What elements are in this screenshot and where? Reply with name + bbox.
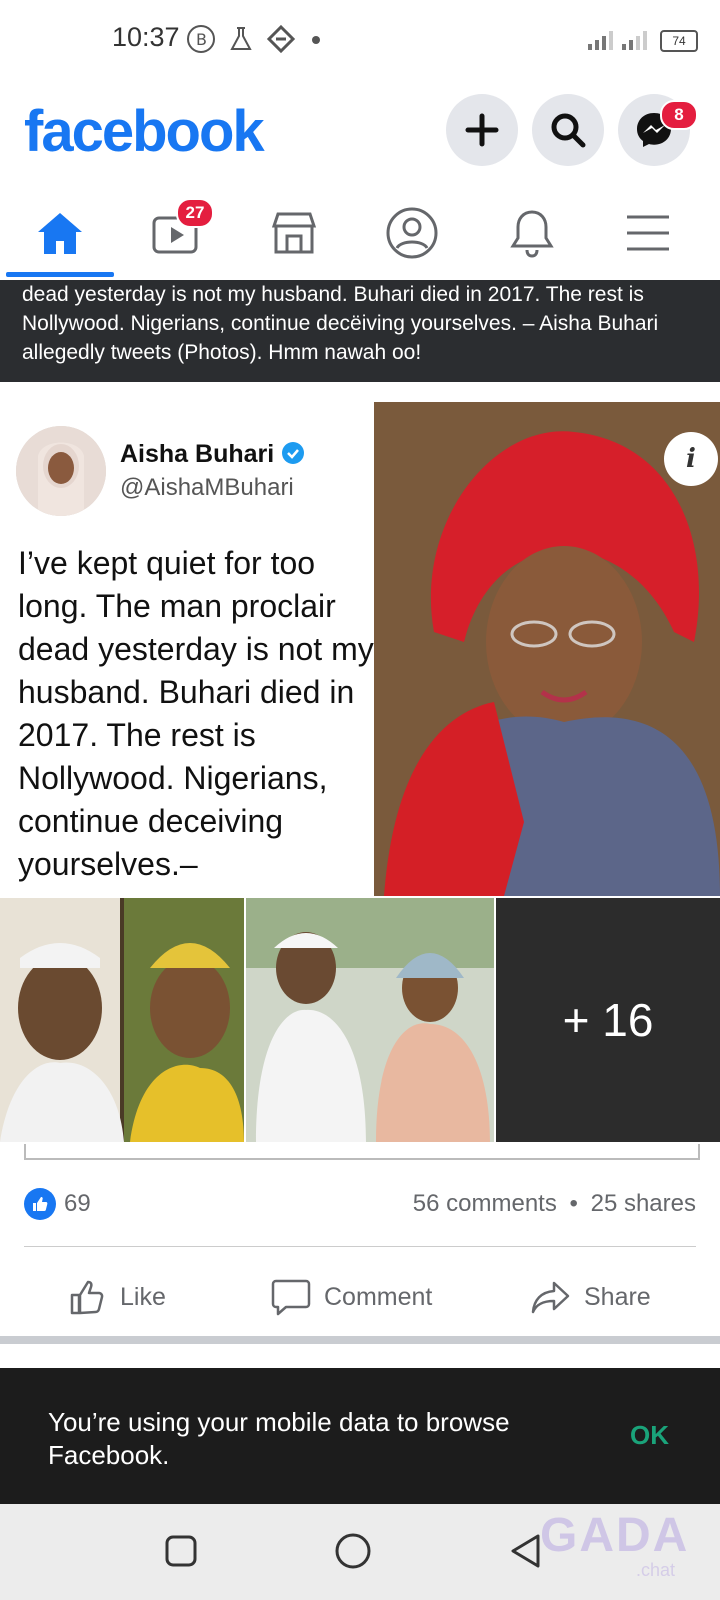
stats-separator: •: [569, 1190, 578, 1217]
comments-count[interactable]: 56 comments: [413, 1190, 557, 1217]
tab-marketplace[interactable]: [234, 190, 354, 276]
verified-icon: [282, 442, 305, 464]
like-label: Like: [120, 1282, 166, 1311]
tweet-text: I’ve kept quiet for too long. The man pr…: [18, 545, 374, 882]
like-reaction-icon[interactable]: [24, 1188, 56, 1220]
post-photo-thumb-1[interactable]: [0, 898, 244, 1142]
share-button[interactable]: Share: [530, 1272, 651, 1322]
back-icon[interactable]: [508, 1532, 544, 1570]
post-photo-thumb-2[interactable]: [246, 898, 494, 1142]
tab-notifications[interactable]: [472, 190, 592, 276]
diamond-icon: [266, 24, 296, 54]
toast-ok-button[interactable]: OK: [630, 1420, 669, 1451]
home-icon: [38, 213, 82, 254]
create-button[interactable]: [446, 94, 518, 166]
like-icon: [70, 1280, 104, 1315]
post-separator: [0, 1336, 720, 1344]
dot-icon: [312, 36, 320, 44]
video-badge: 27: [176, 198, 214, 228]
menu-icon: [627, 215, 669, 251]
comment-button[interactable]: Comment: [270, 1272, 432, 1322]
signal-icon: [588, 31, 647, 50]
tab-profile[interactable]: [352, 190, 472, 276]
status-notification-icons: B: [186, 22, 326, 56]
search-icon: [551, 113, 586, 148]
toast-message: You’re using your mobile data to browse …: [48, 1407, 510, 1470]
comment-label: Comment: [324, 1282, 433, 1311]
shares-count[interactable]: 25 shares: [591, 1190, 696, 1217]
search-button[interactable]: [532, 94, 604, 166]
tab-menu[interactable]: [588, 190, 708, 276]
profile-icon: [386, 207, 438, 259]
share-icon: [531, 1281, 570, 1314]
tweet-author-name: Aisha Buhari: [120, 440, 305, 469]
home-circle-icon[interactable]: [334, 1532, 372, 1570]
watermark-logo: GADA: [540, 1509, 690, 1562]
bell-icon: [510, 210, 554, 258]
reactions-divider: [24, 1246, 696, 1247]
flask-icon: [230, 27, 252, 50]
comment-icon: [271, 1279, 311, 1316]
share-label: Share: [584, 1282, 651, 1311]
tweet-avatar: [16, 426, 106, 516]
add-icon: [465, 113, 499, 147]
recents-icon[interactable]: [164, 1534, 198, 1568]
link-preview-border: [24, 1144, 700, 1160]
tab-video[interactable]: [116, 190, 236, 276]
battery-indicator: 74: [660, 30, 698, 52]
bitcoin-icon: B: [187, 25, 215, 53]
info-icon[interactable]: i: [664, 432, 718, 486]
post-stats: 56 comments • 25 shares: [413, 1190, 696, 1218]
marketplace-icon: [271, 212, 317, 254]
facebook-logo[interactable]: facebook: [24, 98, 265, 165]
tab-home[interactable]: [0, 190, 120, 276]
like-button[interactable]: Like: [68, 1272, 166, 1322]
svg-text:B: B: [196, 30, 207, 49]
messenger-badge: 8: [660, 100, 698, 130]
tab-bar: [0, 190, 720, 281]
post-photo-main[interactable]: [374, 402, 720, 896]
watermark-suffix: .chat: [636, 1560, 676, 1580]
post-caption-banner: dead yesterday is not my husband. Buhari…: [0, 280, 720, 382]
reaction-count[interactable]: 69: [64, 1190, 91, 1218]
active-tab-indicator: [6, 272, 114, 277]
more-photos-overlay[interactable]: + 16: [496, 898, 720, 1142]
tweet-author-handle: @AishaMBuhari: [120, 474, 294, 501]
status-time: 10:37: [112, 22, 180, 52]
